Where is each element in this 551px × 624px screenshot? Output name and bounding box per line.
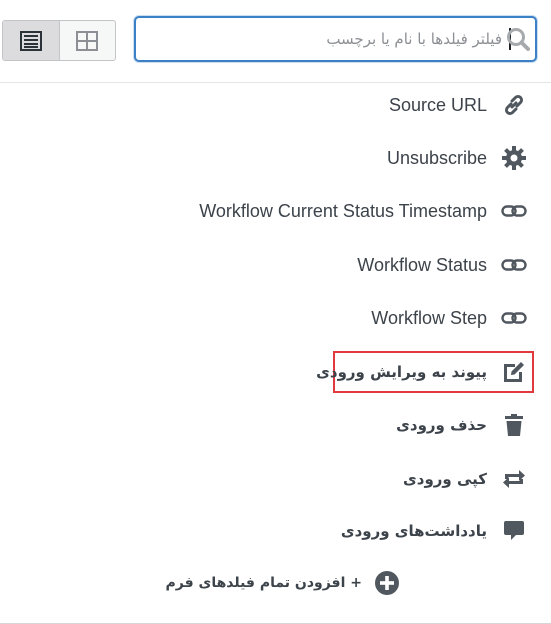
field-picker-panel: Source URL Unsubscribe xyxy=(0,0,551,624)
field-label: Workflow Status xyxy=(357,254,487,275)
list-view-button[interactable] xyxy=(3,21,59,60)
field-item-edit-entry-link[interactable]: پیوند به ویرایش ورودی xyxy=(316,352,527,392)
field-label: Workflow Step xyxy=(371,307,487,328)
gear-icon xyxy=(501,145,527,171)
search-icon xyxy=(507,28,530,51)
link-icon xyxy=(501,92,527,118)
grid-view-icon xyxy=(76,30,99,51)
field-item-source-url[interactable]: Source URL xyxy=(389,85,527,125)
field-item-workflow-status[interactable]: Workflow Status xyxy=(357,245,527,285)
field-item-unsubscribe[interactable]: Unsubscribe xyxy=(387,138,527,178)
chain-icon xyxy=(501,198,527,224)
field-label: Unsubscribe xyxy=(386,147,487,168)
trash-icon xyxy=(501,412,527,438)
edit-icon xyxy=(501,359,527,385)
list-view-icon xyxy=(19,30,42,51)
add-all-fields-button[interactable]: + افزودن تمام فیلدهای فرم xyxy=(165,568,400,598)
view-toggle xyxy=(2,20,116,61)
field-label: پیوند به ویرایش ورودی xyxy=(316,363,487,381)
field-label: کپی ورودی xyxy=(403,470,487,488)
field-item-entry-notes[interactable]: یادداشت‌های ورودی xyxy=(341,511,527,551)
chain-icon xyxy=(501,252,527,278)
field-item-workflow-current-status-timestamp[interactable]: Workflow Current Status Timestamp xyxy=(199,191,527,231)
toolbar xyxy=(0,0,551,83)
add-all-label: + افزودن تمام فیلدهای فرم xyxy=(165,575,362,591)
field-item-duplicate-entry[interactable]: کپی ورودی xyxy=(403,459,527,499)
field-label: Workflow Current Status Timestamp xyxy=(199,200,487,221)
plus-circle-icon xyxy=(374,570,400,596)
field-label: حذف ورودی xyxy=(396,416,487,434)
grid-view-button[interactable] xyxy=(58,21,115,60)
field-item-delete-entry[interactable]: حذف ورودی xyxy=(396,405,527,445)
repeat-icon xyxy=(501,466,527,492)
field-item-workflow-step[interactable]: Workflow Step xyxy=(371,298,527,338)
search-box xyxy=(134,16,537,62)
chain-icon xyxy=(501,305,527,331)
comment-icon xyxy=(501,518,527,544)
field-label: یادداشت‌های ورودی xyxy=(340,522,487,540)
field-label: Source URL xyxy=(388,94,487,115)
search-input[interactable] xyxy=(142,24,502,54)
